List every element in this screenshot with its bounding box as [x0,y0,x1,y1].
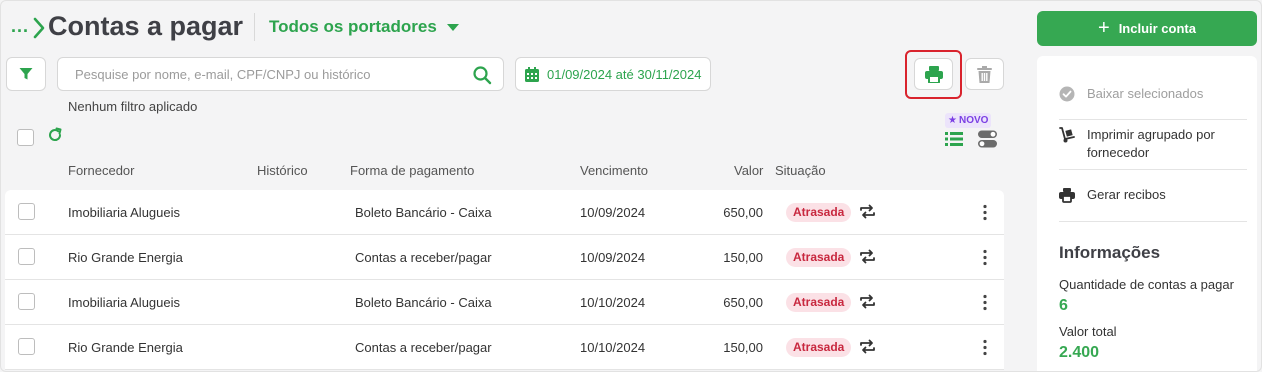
valor-total-value: 2.400 [1059,344,1100,361]
delete-button[interactable] [965,58,1004,90]
cell-valor: 150,00 [723,340,763,355]
novo-badge: ★ NOVO [945,113,992,128]
table-row[interactable]: Imobiliaria Alugueis Boleto Bancário - C… [5,280,1004,325]
cell-forma-pagamento: Boleto Bancário - Caixa [355,205,492,220]
breadcrumb-dots[interactable]: ... [11,16,29,37]
cell-vencimento: 10/09/2024 [580,250,646,265]
status-badge: Atrasada [786,293,852,312]
more-options-icon[interactable] [980,204,990,221]
cell-fornecedor: Rio Grande Energia [68,340,183,355]
portador-label: Todos os portadores [269,17,437,36]
column-header-valor[interactable]: Valor [734,163,763,178]
cell-vencimento: 10/10/2024 [580,340,646,355]
plus-icon: + [1098,16,1110,39]
column-header-vencimento[interactable]: Vencimento [580,163,648,178]
info-title: Informações [1059,243,1161,262]
printer-icon [924,65,943,83]
toggle-view-icon[interactable] [978,130,997,148]
cell-vencimento: 10/09/2024 [580,205,646,220]
qtd-contas-value: 6 [1059,297,1068,314]
column-header-fornecedor[interactable]: Fornecedor [68,163,134,178]
valor-total-label: Valor total [1059,324,1117,339]
list-view-icon[interactable] [945,131,963,147]
cell-fornecedor: Rio Grande Energia [68,250,183,265]
imprimir-agrupado-action[interactable]: Imprimir agrupado por fornecedor [1059,126,1247,162]
column-header-forma[interactable]: Forma de pagamento [350,163,474,178]
trash-icon [977,65,992,83]
side-panel: Baixar selecionados Imprimir agrupado po… [1037,56,1257,371]
printer-icon [1059,188,1075,203]
divider [1059,119,1247,120]
hand-truck-icon [1059,127,1075,143]
row-checkbox[interactable] [18,248,35,265]
chevron-right-icon [33,17,45,39]
include-account-button[interactable]: + Incluir conta [1037,11,1257,46]
qtd-contas-label: Quantidade de contas a pagar [1059,277,1234,292]
check-circle-icon [1059,86,1075,102]
row-checkbox[interactable] [18,203,35,220]
column-header-historico[interactable]: Histórico [257,163,308,178]
portador-dropdown[interactable]: Todos os portadores [269,17,459,37]
search-input[interactable] [58,58,468,90]
date-range-button[interactable]: 01/09/2024 até 30/11/2024 [515,57,711,91]
cell-fornecedor: Imobiliaria Alugueis [68,205,181,220]
baixar-selecionados-label: Baixar selecionados [1087,86,1204,101]
caret-down-icon [446,23,459,31]
status-badge: Atrasada [786,203,852,222]
cell-forma-pagamento: Boleto Bancário - Caixa [355,295,492,310]
table-row[interactable]: Imobiliaria Alugueis Boleto Bancário - C… [5,190,1004,235]
filter-icon [19,68,33,80]
cell-forma-pagamento: Contas a receber/pagar [355,250,492,265]
star-icon: ★ [948,115,957,126]
gerar-recibos-label: Gerar recibos [1087,187,1166,202]
title-divider [254,13,255,41]
table-row[interactable]: Rio Grande Energia Contas a receber/paga… [5,325,1004,370]
baixar-selecionados-action[interactable]: Baixar selecionados [1059,85,1247,103]
app-frame: ... Contas a pagar Todos os portadores 0… [0,0,1262,372]
cell-vencimento: 10/10/2024 [580,295,646,310]
calendar-icon [525,66,539,82]
imprimir-agrupado-label: Imprimir agrupado por fornecedor [1087,127,1215,160]
more-options-icon[interactable] [980,249,990,266]
search-icon[interactable] [472,65,492,85]
row-checkbox[interactable] [18,338,35,355]
cell-forma-pagamento: Contas a receber/pagar [355,340,492,355]
status-badge: Atrasada [786,338,852,357]
refresh-icon[interactable] [47,127,63,143]
more-options-icon[interactable] [980,294,990,311]
table-body: Imobiliaria Alugueis Boleto Bancário - C… [5,190,1004,370]
page-title: Contas a pagar [48,11,244,41]
include-account-label: Incluir conta [1118,21,1196,36]
filter-status: Nenhum filtro aplicado [68,99,198,114]
cell-valor: 650,00 [723,205,763,220]
table-row[interactable]: Rio Grande Energia Contas a receber/paga… [5,235,1004,280]
column-header-situacao[interactable]: Situação [775,163,826,178]
recurrence-icon [860,294,875,309]
recurrence-icon [860,249,875,264]
recurrence-icon [860,339,875,354]
cell-valor: 650,00 [723,295,763,310]
row-checkbox[interactable] [18,293,35,310]
cell-valor: 150,00 [723,250,763,265]
divider [1059,169,1247,170]
print-button[interactable] [914,58,953,90]
divider [1059,221,1247,222]
date-range-label: 01/09/2024 até 30/11/2024 [547,66,702,82]
status-badge: Atrasada [786,248,852,267]
recurrence-icon [860,204,875,219]
gerar-recibos-action[interactable]: Gerar recibos [1059,186,1247,204]
novo-label: NOVO [958,115,989,126]
filter-button[interactable] [6,57,46,91]
select-all-checkbox[interactable] [17,129,34,146]
more-options-icon[interactable] [980,339,990,356]
cell-fornecedor: Imobiliaria Alugueis [68,295,181,310]
search-box [57,57,504,91]
